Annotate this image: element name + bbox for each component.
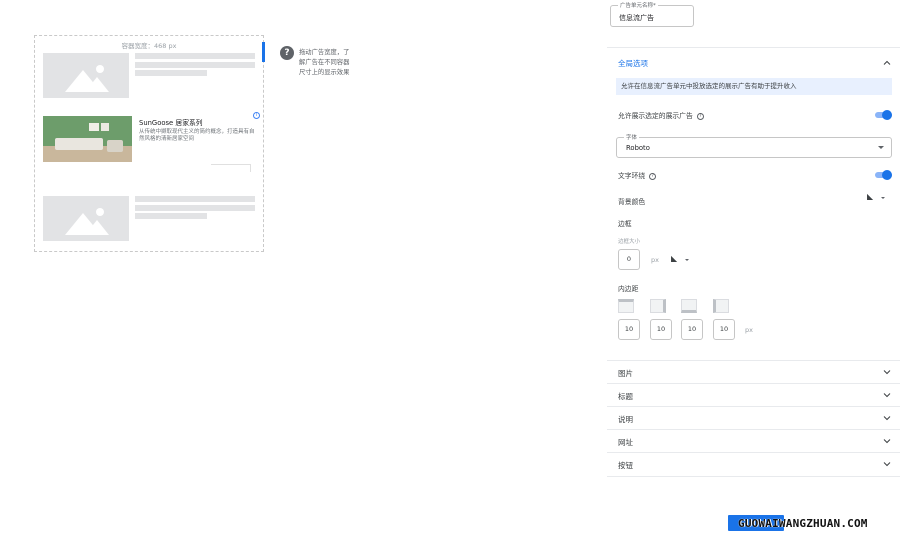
help-icon[interactable]: ? — [649, 172, 657, 180]
ad-unit-name-field[interactable]: 广告单元名称* 信息流广告 — [610, 1, 694, 27]
border-width-unit: px — [651, 256, 659, 264]
ad-unit-editor: 容器宽度：468 px i SunGoose 居家系列 从传统中撷取现代主义的简… — [0, 0, 900, 538]
placeholder-image — [43, 196, 129, 241]
padding-right-input[interactable]: 10 — [650, 319, 672, 340]
padding-left-input[interactable]: 10 — [713, 319, 735, 340]
ad-description: 从传统中撷取现代主义的简约概念，打造具有自然风格的清新居家空间 — [139, 129, 255, 142]
watermark-text: GUOWAIWANGZHUAN.COM — [738, 517, 868, 530]
padding-bottom-input[interactable]: 10 — [681, 319, 703, 340]
background-color-label: 背景颜色 — [618, 198, 646, 206]
section-image[interactable]: 图片 — [618, 368, 633, 379]
divider — [607, 47, 900, 48]
info-banner: 允许在信息流广告单元中投放选定的展示广告有助于提升收入 — [616, 78, 892, 95]
chevron-down-icon[interactable] — [883, 437, 891, 445]
padding-top-icon — [618, 299, 634, 313]
placeholder-image — [43, 53, 129, 98]
border-label: 边框 — [618, 220, 632, 228]
resize-handle[interactable] — [262, 42, 265, 62]
placeholder-line — [135, 213, 207, 219]
placeholder-line — [135, 205, 255, 211]
padding-bottom-icon — [681, 299, 697, 313]
help-icon[interactable]: ? — [696, 112, 704, 120]
chevron-up-icon[interactable] — [883, 59, 891, 67]
placeholder-line — [135, 53, 255, 59]
padding-top-input[interactable]: 10 — [618, 319, 640, 340]
divider — [607, 476, 900, 477]
placeholder-line — [135, 62, 255, 68]
section-description[interactable]: 说明 — [618, 414, 633, 425]
divider — [607, 360, 900, 361]
section-title[interactable]: 标题 — [618, 391, 633, 402]
border-width-label: 边框大小 — [618, 239, 641, 245]
ad-image — [43, 116, 132, 162]
ad-info-icon[interactable]: i — [253, 112, 260, 119]
font-select-label: 字体 — [624, 133, 640, 141]
ad-unit-name-value[interactable]: 信息流广告 — [619, 13, 654, 23]
paint-bucket-icon: ◣ — [671, 254, 678, 263]
font-select-value: Roboto — [626, 144, 650, 152]
text-wrap-toggle[interactable] — [875, 170, 892, 180]
chevron-down-icon[interactable] — [883, 414, 891, 422]
section-button[interactable]: 按钮 — [618, 460, 633, 471]
caret-down-icon — [881, 197, 885, 199]
divider — [607, 406, 900, 407]
padding-left-icon — [713, 299, 729, 313]
chevron-down-icon[interactable] — [883, 460, 891, 468]
global-options-title[interactable]: 全局选项 — [618, 58, 648, 69]
border-color-picker[interactable]: ◣ — [671, 255, 691, 265]
chevron-down-icon[interactable] — [883, 391, 891, 399]
resize-hint-text: 拖动广告宽度，了解广告在不同容器尺寸上的显示效果 — [299, 49, 350, 76]
section-url[interactable]: 网址 — [618, 437, 633, 448]
settings-panel: 广告单元名称* 信息流广告 全局选项 允许在信息流广告单元中投放选定的展示广告有… — [607, 0, 900, 538]
ad-unit-name-label: 广告单元名称* — [618, 1, 658, 9]
caret-down-icon — [685, 259, 689, 261]
placeholder-line — [135, 70, 207, 76]
container-width-label: 容器宽度：468 px — [121, 42, 177, 50]
help-circle-icon: ? — [280, 46, 294, 60]
text-wrap-row: 文字环绕? — [618, 170, 657, 180]
divider — [607, 383, 900, 384]
allow-display-ads-toggle[interactable] — [875, 110, 892, 120]
caret-down-icon — [878, 146, 884, 149]
padding-unit: px — [745, 326, 753, 334]
chevron-down-icon[interactable] — [883, 368, 891, 376]
allow-display-ads-label: 允许展示选定的展示广告 — [618, 112, 693, 120]
padding-right-icon — [650, 299, 666, 313]
padding-label: 内边距 — [618, 285, 639, 293]
font-select[interactable]: 字体 Roboto — [616, 133, 892, 158]
ad-preview-container: 容器宽度：468 px i SunGoose 居家系列 从传统中撷取现代主义的简… — [34, 35, 264, 252]
allow-display-ads-row: 允许展示选定的展示广告? — [618, 110, 704, 120]
border-width-input[interactable]: 0 — [618, 249, 640, 270]
ad-title: SunGoose 居家系列 — [139, 119, 203, 127]
paint-bucket-icon: ◣ — [867, 192, 874, 201]
watermark: GUOWAIWANGZHUAN.COM — [728, 515, 892, 531]
ad-button[interactable] — [211, 164, 251, 172]
divider — [607, 429, 900, 430]
placeholder-line — [135, 196, 255, 202]
background-color-picker[interactable]: ◣ — [867, 193, 887, 203]
text-wrap-label: 文字环绕 — [618, 172, 646, 180]
divider — [607, 452, 900, 453]
